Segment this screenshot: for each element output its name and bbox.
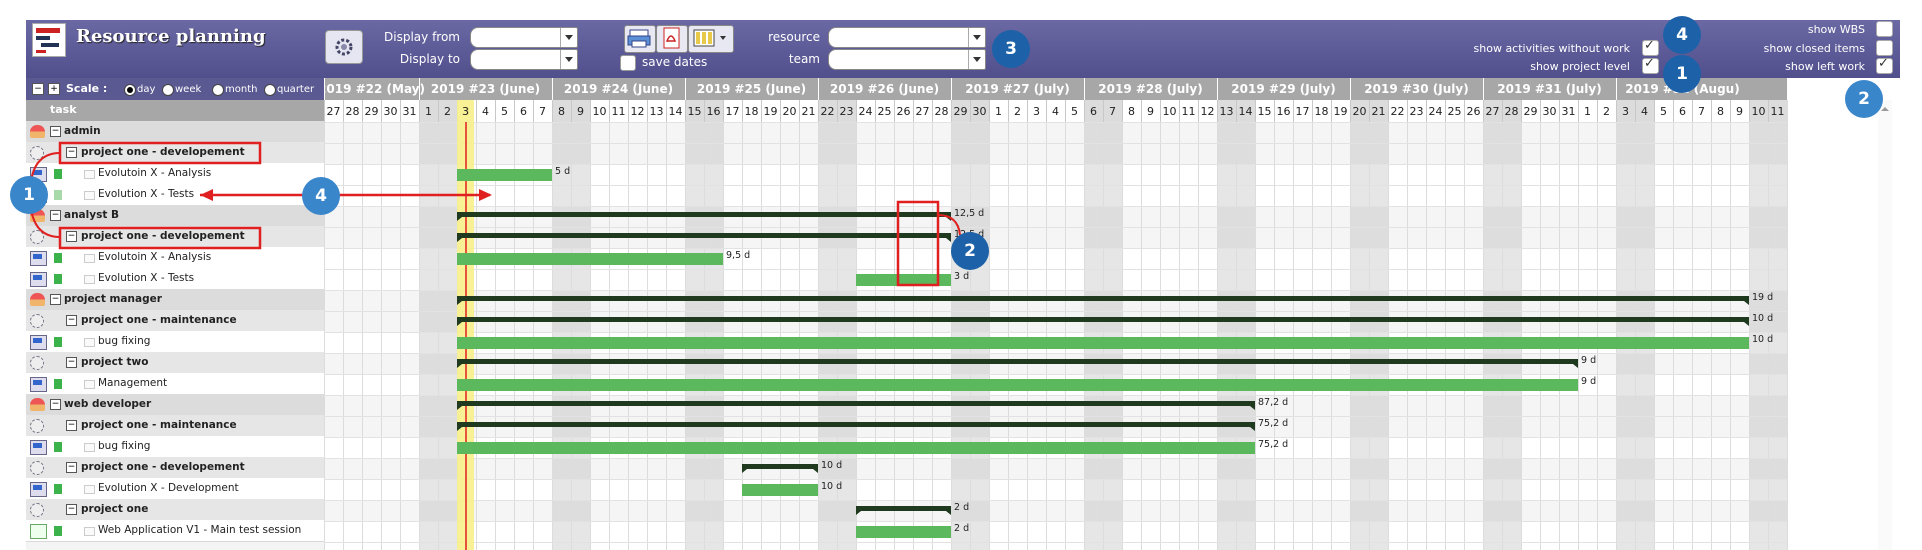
- annotation-overlay: [28, 141, 961, 287]
- arrow-left-icon: [200, 189, 213, 201]
- connector-line: [937, 214, 961, 236]
- callout-badge: 1: [10, 176, 48, 214]
- arrow-right-icon: [479, 189, 492, 201]
- callout-badge: 4: [302, 177, 340, 215]
- callout-badge: 4: [1663, 16, 1701, 54]
- highlight-box: [58, 226, 262, 250]
- callout-badge: 1: [1663, 55, 1701, 93]
- callout-badge: 2: [951, 232, 989, 270]
- highlight-box: [896, 200, 940, 287]
- highlight-box: [58, 141, 262, 165]
- callout-badge: 3: [992, 30, 1030, 68]
- callout-badge: 2: [1845, 80, 1883, 118]
